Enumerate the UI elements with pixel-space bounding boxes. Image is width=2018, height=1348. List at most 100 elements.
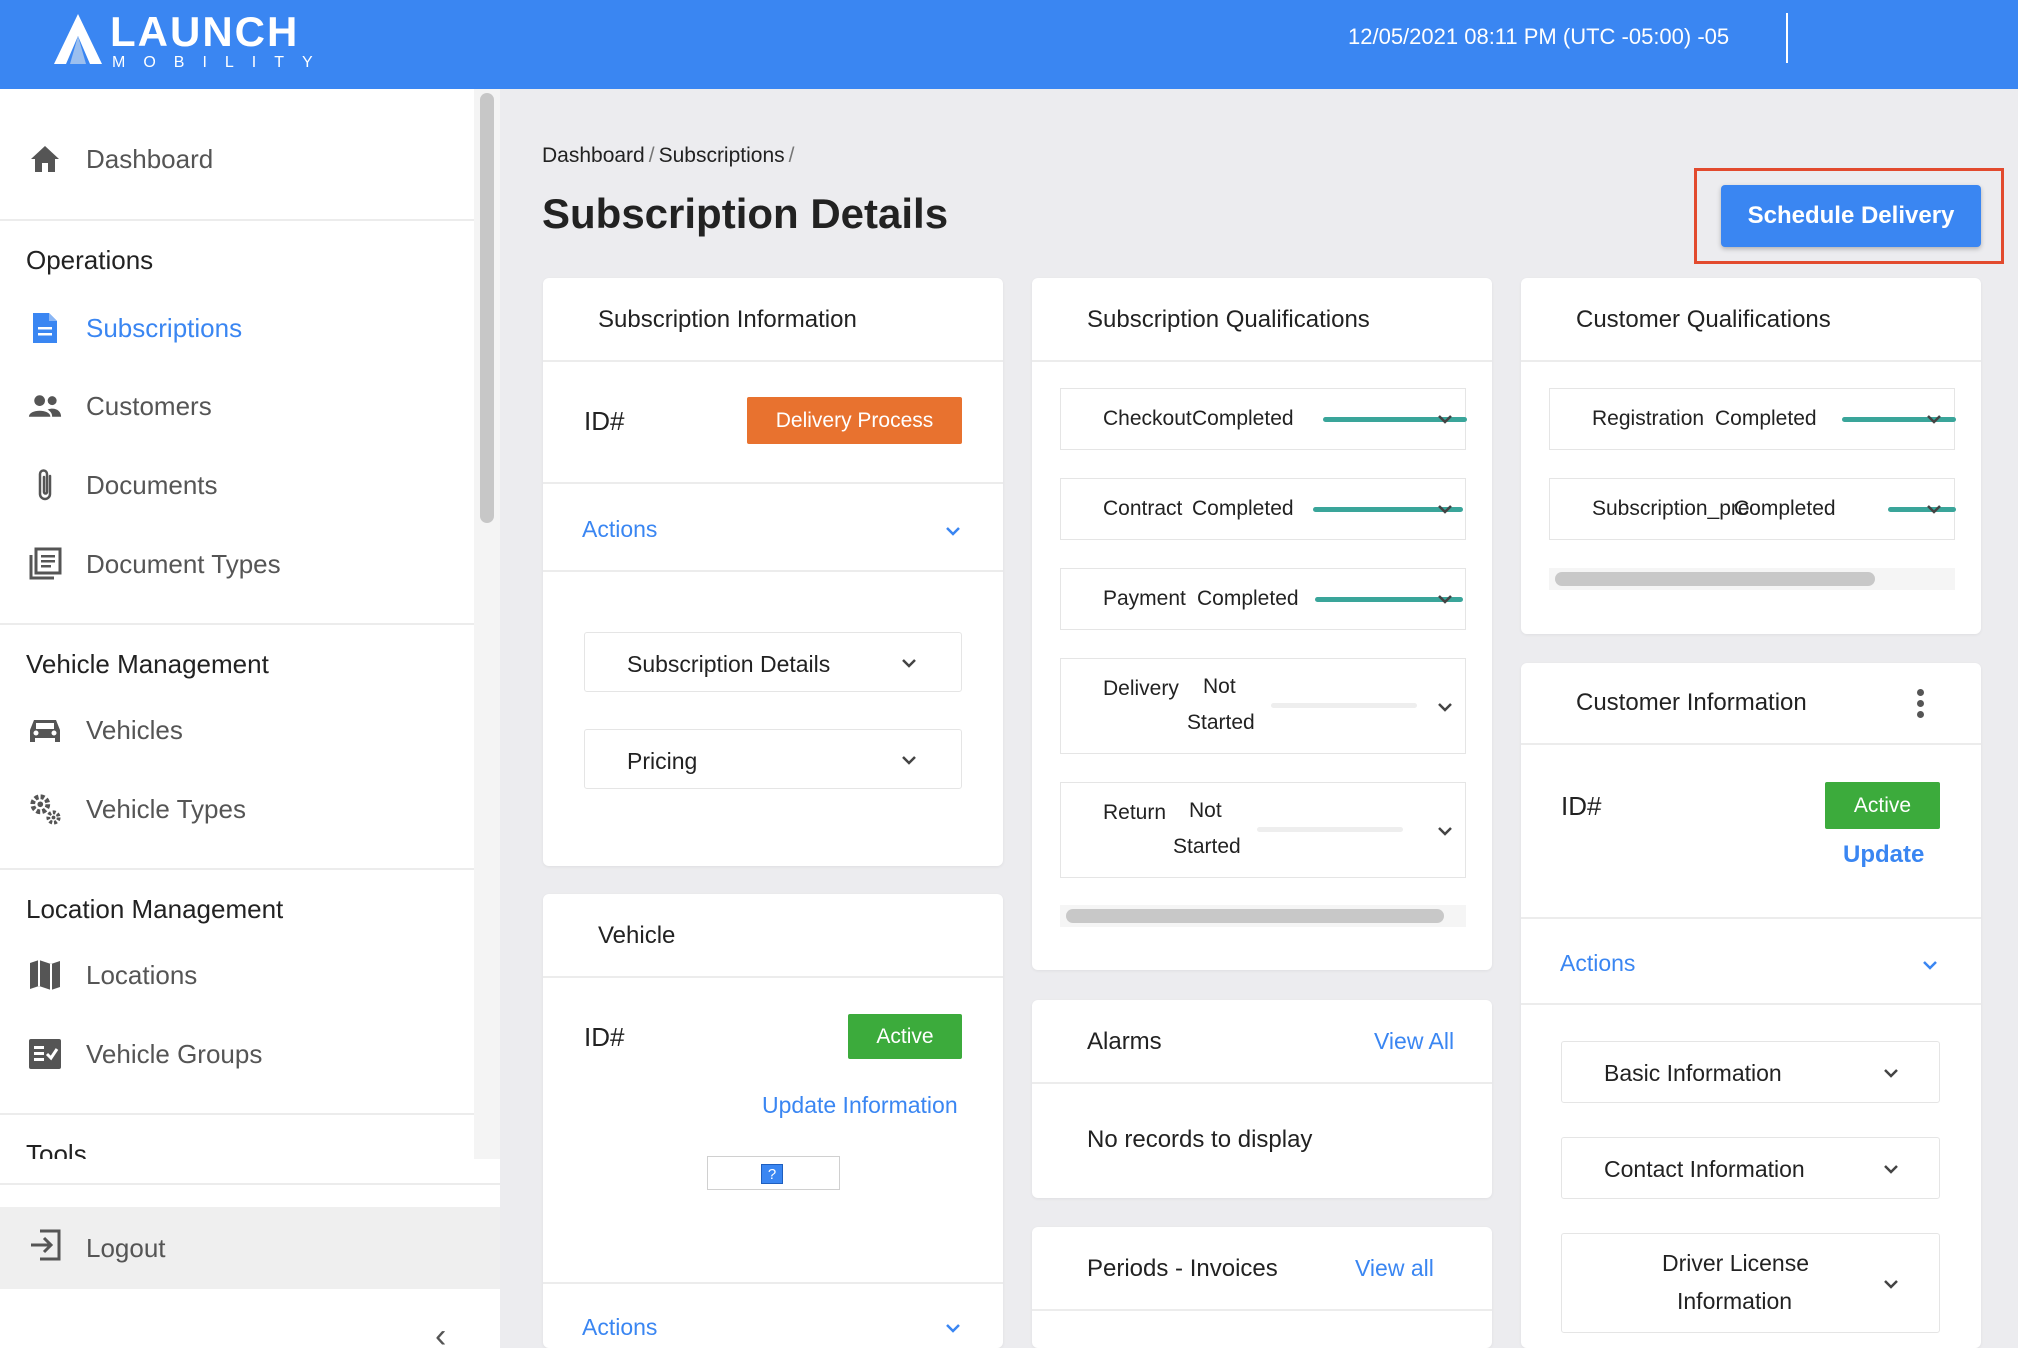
subscription-details-panel[interactable]: Subscription Details bbox=[584, 632, 962, 692]
collapse-sidebar-chevron-icon[interactable]: ‹ bbox=[435, 1317, 446, 1348]
breadcrumb-dashboard[interactable]: Dashboard bbox=[542, 144, 645, 167]
chevron-down-icon bbox=[1927, 505, 1941, 514]
chevron-down-icon bbox=[1884, 1165, 1898, 1174]
qualification-name: Subscription_pre bbox=[1592, 497, 1750, 520]
section-tools: Tools bbox=[26, 1139, 87, 1159]
chevron-down-icon bbox=[1438, 505, 1452, 514]
sidebar-item-document-types[interactable]: Document Types bbox=[0, 529, 474, 599]
top-bar: LAUNCH MOBILITY 12/05/2021 08:11 PM (UTC… bbox=[0, 0, 2018, 89]
status-badge: Delivery Process bbox=[747, 397, 962, 444]
paperclip-icon bbox=[28, 468, 62, 502]
sidebar-item-vehicle-groups[interactable]: Vehicle Groups bbox=[0, 1019, 474, 1089]
sidebar-item-subscriptions[interactable]: Subscriptions bbox=[0, 293, 474, 363]
chevron-down-icon[interactable] bbox=[1922, 957, 1938, 973]
qualification-row-checkout[interactable]: Checkout Completed bbox=[1060, 388, 1467, 450]
actions-dropdown[interactable]: Actions bbox=[582, 1314, 657, 1341]
card-divider bbox=[1032, 360, 1492, 362]
logout-button[interactable]: Logout bbox=[0, 1207, 500, 1289]
sidebar-divider bbox=[0, 1183, 500, 1185]
card-divider bbox=[543, 360, 1003, 362]
status-badge: Active bbox=[1825, 782, 1940, 829]
chevron-down-icon bbox=[1927, 415, 1941, 424]
more-options-icon[interactable] bbox=[1917, 689, 1925, 722]
actions-dropdown[interactable]: Actions bbox=[582, 516, 657, 543]
pricing-panel[interactable]: Pricing bbox=[584, 729, 962, 789]
qualification-row-return[interactable]: Return Not Started bbox=[1060, 782, 1466, 878]
qualification-name: Checkout bbox=[1103, 407, 1192, 430]
horizontal-scrollbar[interactable] bbox=[1060, 905, 1466, 927]
qualification-status: Started bbox=[1187, 711, 1255, 734]
card-title: Subscription Qualifications bbox=[1087, 306, 1370, 333]
subscription-qualifications-card: Subscription Qualifications Checkout Com… bbox=[1032, 278, 1492, 970]
qualification-status: Started bbox=[1173, 835, 1241, 858]
contact-information-panel[interactable]: Contact Information bbox=[1561, 1137, 1940, 1199]
schedule-delivery-button[interactable]: Schedule Delivery bbox=[1721, 185, 1981, 247]
sidebar-item-vehicles[interactable]: Vehicles bbox=[0, 695, 474, 765]
sidebar-item-dashboard[interactable]: Dashboard bbox=[0, 124, 474, 194]
panel-label: Contact Information bbox=[1604, 1156, 1805, 1182]
sidebar-divider bbox=[0, 868, 474, 870]
sidebar-divider bbox=[0, 1113, 474, 1115]
sidebar-item-locations[interactable]: Locations bbox=[0, 940, 474, 1010]
map-icon bbox=[28, 958, 62, 992]
chevron-down-icon bbox=[1438, 415, 1452, 424]
card-divider bbox=[543, 1282, 1003, 1284]
chevron-down-icon bbox=[1438, 595, 1452, 604]
card-divider bbox=[1521, 917, 1981, 919]
card-divider bbox=[1521, 743, 1981, 745]
chevron-down-icon bbox=[902, 659, 916, 668]
sidebar-divider bbox=[0, 623, 474, 625]
sidebar-item-documents[interactable]: Documents bbox=[0, 450, 474, 520]
logout-label: Logout bbox=[86, 1232, 166, 1263]
horizontal-scroll-thumb[interactable] bbox=[1066, 909, 1444, 923]
card-title: Periods - Invoices bbox=[1087, 1255, 1278, 1282]
periods-invoices-card: Periods - Invoices View all bbox=[1032, 1227, 1492, 1348]
panel-label: Information bbox=[1677, 1288, 1793, 1314]
breadcrumb-subscriptions[interactable]: Subscriptions bbox=[659, 144, 785, 167]
qualification-progress-bar bbox=[1888, 507, 1956, 512]
home-icon bbox=[28, 142, 62, 176]
qualification-status: Completed bbox=[1734, 497, 1836, 520]
broken-image-icon: ? bbox=[761, 1164, 783, 1184]
customer-information-card: Customer Information ID# Active Update A… bbox=[1521, 663, 1981, 1348]
periods-view-all-link[interactable]: View all bbox=[1355, 1255, 1434, 1282]
sidebar-item-label: Vehicle Types bbox=[86, 793, 246, 824]
section-operations: Operations bbox=[26, 245, 154, 275]
chevron-down-icon[interactable] bbox=[945, 523, 961, 539]
alarms-view-all-link[interactable]: View All bbox=[1374, 1028, 1454, 1055]
actions-dropdown[interactable]: Actions bbox=[1560, 950, 1635, 977]
qualification-row-payment[interactable]: Payment Completed bbox=[1060, 568, 1466, 630]
sidebar-scroll-thumb[interactable] bbox=[480, 93, 494, 523]
card-title: Subscription Information bbox=[598, 306, 857, 333]
card-divider bbox=[543, 570, 1003, 572]
qualification-row-registration[interactable]: Registration Completed bbox=[1549, 388, 1956, 450]
library-icon bbox=[28, 547, 62, 581]
horizontal-scroll-thumb[interactable] bbox=[1555, 572, 1875, 586]
vehicle-card: Vehicle ID# Active Update Information Ac… bbox=[543, 894, 1003, 1348]
gears-icon bbox=[28, 792, 62, 826]
card-title: Customer Qualifications bbox=[1576, 306, 1831, 333]
update-link[interactable]: Update bbox=[1843, 841, 1924, 869]
horizontal-scrollbar[interactable] bbox=[1549, 568, 1955, 590]
sidebar-item-label: Customers bbox=[86, 390, 212, 421]
driver-license-information-panel[interactable]: Driver License Information bbox=[1561, 1233, 1940, 1333]
car-icon bbox=[28, 713, 62, 747]
chevron-down-icon[interactable] bbox=[945, 1320, 961, 1336]
sidebar-item-customers[interactable]: Customers bbox=[0, 371, 474, 441]
update-information-link[interactable]: Update Information bbox=[762, 1092, 958, 1119]
sidebar-item-vehicle-types[interactable]: Vehicle Types bbox=[0, 774, 474, 844]
qualification-row-delivery[interactable]: Delivery Not Started bbox=[1060, 658, 1466, 754]
basic-information-panel[interactable]: Basic Information bbox=[1561, 1041, 1940, 1103]
chevron-down-icon bbox=[1884, 1069, 1898, 1078]
launch-mobility-logo[interactable]: LAUNCH MOBILITY bbox=[52, 8, 313, 71]
logo-mark-icon bbox=[54, 14, 102, 64]
card-divider bbox=[1521, 1003, 1981, 1005]
people-icon bbox=[28, 389, 62, 423]
subscription-information-card: Subscription Information ID# Delivery Pr… bbox=[543, 278, 1003, 866]
qualification-row-subscription-pre[interactable]: Subscription_pre Completed bbox=[1549, 478, 1956, 540]
qualification-row-contract[interactable]: Contract Completed bbox=[1060, 478, 1466, 540]
panel-label: Basic Information bbox=[1604, 1060, 1782, 1086]
chevron-down-icon bbox=[1438, 827, 1452, 836]
sidebar-item-label: Subscriptions bbox=[86, 312, 243, 343]
sidebar-scrollbar[interactable] bbox=[474, 89, 500, 1159]
